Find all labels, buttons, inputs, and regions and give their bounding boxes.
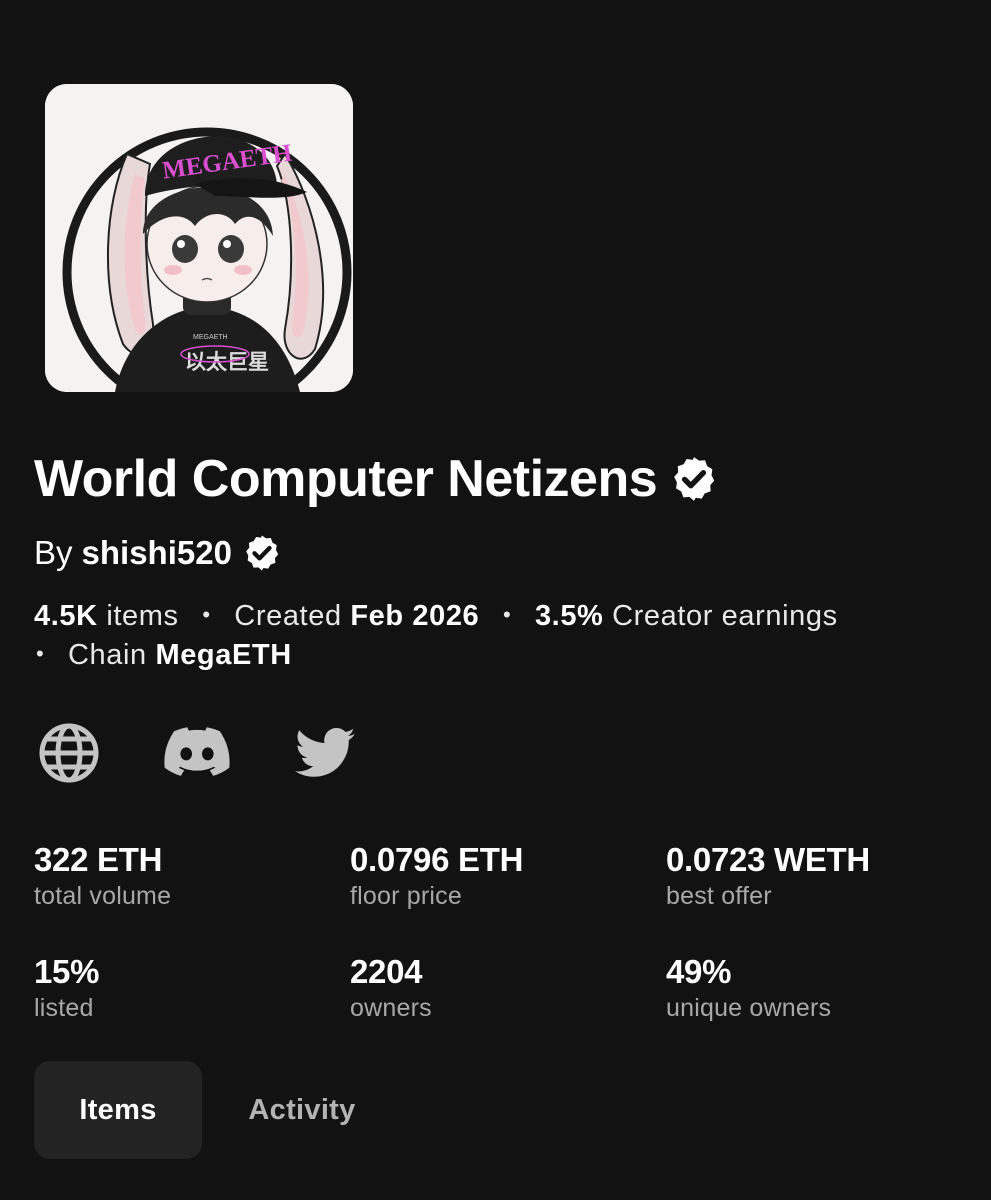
items-count: 4.5K (34, 600, 98, 632)
creator-verified-icon (242, 533, 282, 573)
creator-earnings-label: Creator earnings (612, 600, 838, 632)
shirt-top-text: MEGAETH (193, 334, 228, 341)
stat-label: total volume (34, 882, 172, 910)
stat-owners: 2204 owners (350, 952, 666, 1024)
collection-tabs: Items Activity (34, 1061, 402, 1159)
social-links (36, 720, 420, 786)
stat-label: listed (34, 994, 94, 1022)
creator-row: By shishi520 (34, 531, 282, 575)
stat-label: floor price (350, 882, 462, 910)
stat-best-offer: 0.0723 WETH best offer (666, 840, 964, 912)
stat-total-volume: 322 ETH total volume (34, 840, 350, 912)
items-label: items (106, 600, 179, 632)
stat-floor-price: 0.0796 ETH floor price (350, 840, 666, 912)
creator-earnings-value: 3.5% (534, 600, 604, 632)
collection-title: World Computer Netizens (34, 450, 658, 508)
meta-separator: • (202, 602, 211, 627)
creator-name-link[interactable]: shishi520 (82, 531, 232, 575)
stat-label: owners (350, 994, 432, 1022)
stat-listed: 15% listed (34, 952, 350, 1024)
creator-by-label: By (34, 534, 73, 571)
chain-label: Chain (67, 639, 147, 671)
stat-value: 322 ETH (34, 841, 163, 878)
meta-separator: • (36, 641, 45, 666)
stat-label: unique owners (666, 994, 832, 1022)
avatar-illustration: MEGAETH MEGAETH 以太巨星 (45, 84, 353, 392)
stat-value: 0.0723 WETH (666, 841, 870, 878)
chain-value: MegaETH (155, 639, 292, 671)
collection-title-row: World Computer Netizens (34, 448, 719, 510)
stat-value: 15% (34, 953, 100, 990)
collection-avatar: MEGAETH MEGAETH 以太巨星 (45, 84, 353, 392)
twitter-icon[interactable] (292, 720, 358, 786)
stat-label: best offer (666, 882, 772, 910)
stat-value: 0.0796 ETH (350, 841, 524, 878)
discord-icon[interactable] (164, 720, 230, 786)
collection-meta: 4.5K items • Created Feb 2026 • 3.5% Cre… (34, 596, 964, 674)
stat-unique-owners: 49% unique owners (666, 952, 964, 1024)
globe-icon[interactable] (36, 720, 102, 786)
tab-activity[interactable]: Activity (202, 1061, 402, 1159)
meta-separator: • (502, 602, 512, 627)
tab-items[interactable]: Items (34, 1061, 202, 1159)
verified-badge-icon (669, 454, 719, 504)
stat-value: 49% (666, 953, 732, 990)
created-label: Created (234, 600, 342, 632)
stats-grid: 322 ETH total volume 0.0796 ETH floor pr… (34, 840, 964, 1024)
stat-value: 2204 (350, 953, 423, 990)
created-date: Feb 2026 (350, 600, 480, 632)
